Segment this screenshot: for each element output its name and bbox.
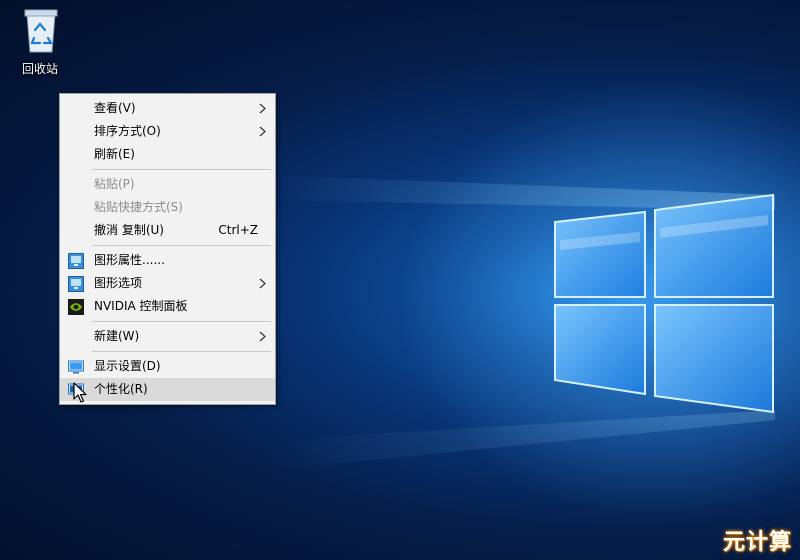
menu-item-label: 刷新(E) [94,147,135,161]
menu-item-label: 排序方式(O) [94,124,161,138]
menu-item-label: 粘贴(P) [94,177,135,191]
nvidia-icon [68,299,84,315]
chevron-right-icon [259,103,266,114]
recycle-bin-label: 回收站 [21,62,58,76]
menu-item-label: 图形选项 [94,276,143,290]
menu-item-label: NVIDIA 控制面板 [94,299,188,313]
menu-item-label: 新建(W) [94,329,140,343]
menu-item-label: 粘贴快捷方式(S) [94,200,183,214]
intel-graphics-icon [68,276,84,292]
menu-separator [92,351,271,352]
menu-item-nvidia-control-panel[interactable]: NVIDIA 控制面板 [60,295,275,318]
menu-separator [92,169,271,170]
recycle-bin-shortcut[interactable]: 回收站 [10,6,70,78]
menu-item-view[interactable]: 查看(V) [60,97,275,120]
menu-item-label: 显示设置(D) [94,359,161,373]
menu-item-graphics-properties[interactable]: 图形属性...... [60,249,275,272]
menu-item-display-settings[interactable]: 显示设置(D) [60,355,275,378]
chevron-right-icon [259,331,266,342]
menu-item-label: 撤消 复制(U) [94,223,164,237]
menu-item-label: 个性化(R) [94,382,148,396]
chevron-right-icon [259,278,266,289]
menu-item-graphics-options[interactable]: 图形选项 [60,272,275,295]
menu-item-paste: 粘贴(P) [60,173,275,196]
watermark: 元计算 [722,530,792,555]
menu-separator [92,245,271,246]
display-icon [68,360,84,374]
mouse-cursor-icon [73,382,87,403]
menu-separator [92,321,271,322]
menu-item-undo-copy[interactable]: 撤消 复制(U) Ctrl+Z [60,219,275,242]
chevron-right-icon [259,126,266,137]
menu-item-sort-by[interactable]: 排序方式(O) [60,120,275,143]
desktop[interactable]: 回收站 查看(V) 排序方式(O) 刷新(E) 粘贴(P) 粘贴快捷方式(S) … [0,0,800,560]
recycle-bin-icon [24,9,58,53]
menu-item-refresh[interactable]: 刷新(E) [60,143,275,166]
menu-item-shortcut: Ctrl+Z [218,223,258,237]
menu-item-personalize[interactable]: 个性化(R) [60,378,275,401]
menu-item-label: 查看(V) [94,101,136,115]
intel-graphics-icon [68,253,84,269]
menu-item-new[interactable]: 新建(W) [60,325,275,348]
desktop-context-menu: 查看(V) 排序方式(O) 刷新(E) 粘贴(P) 粘贴快捷方式(S) 撤消 复… [59,93,276,405]
menu-item-label: 图形属性...... [94,253,165,267]
menu-item-paste-shortcut: 粘贴快捷方式(S) [60,196,275,219]
